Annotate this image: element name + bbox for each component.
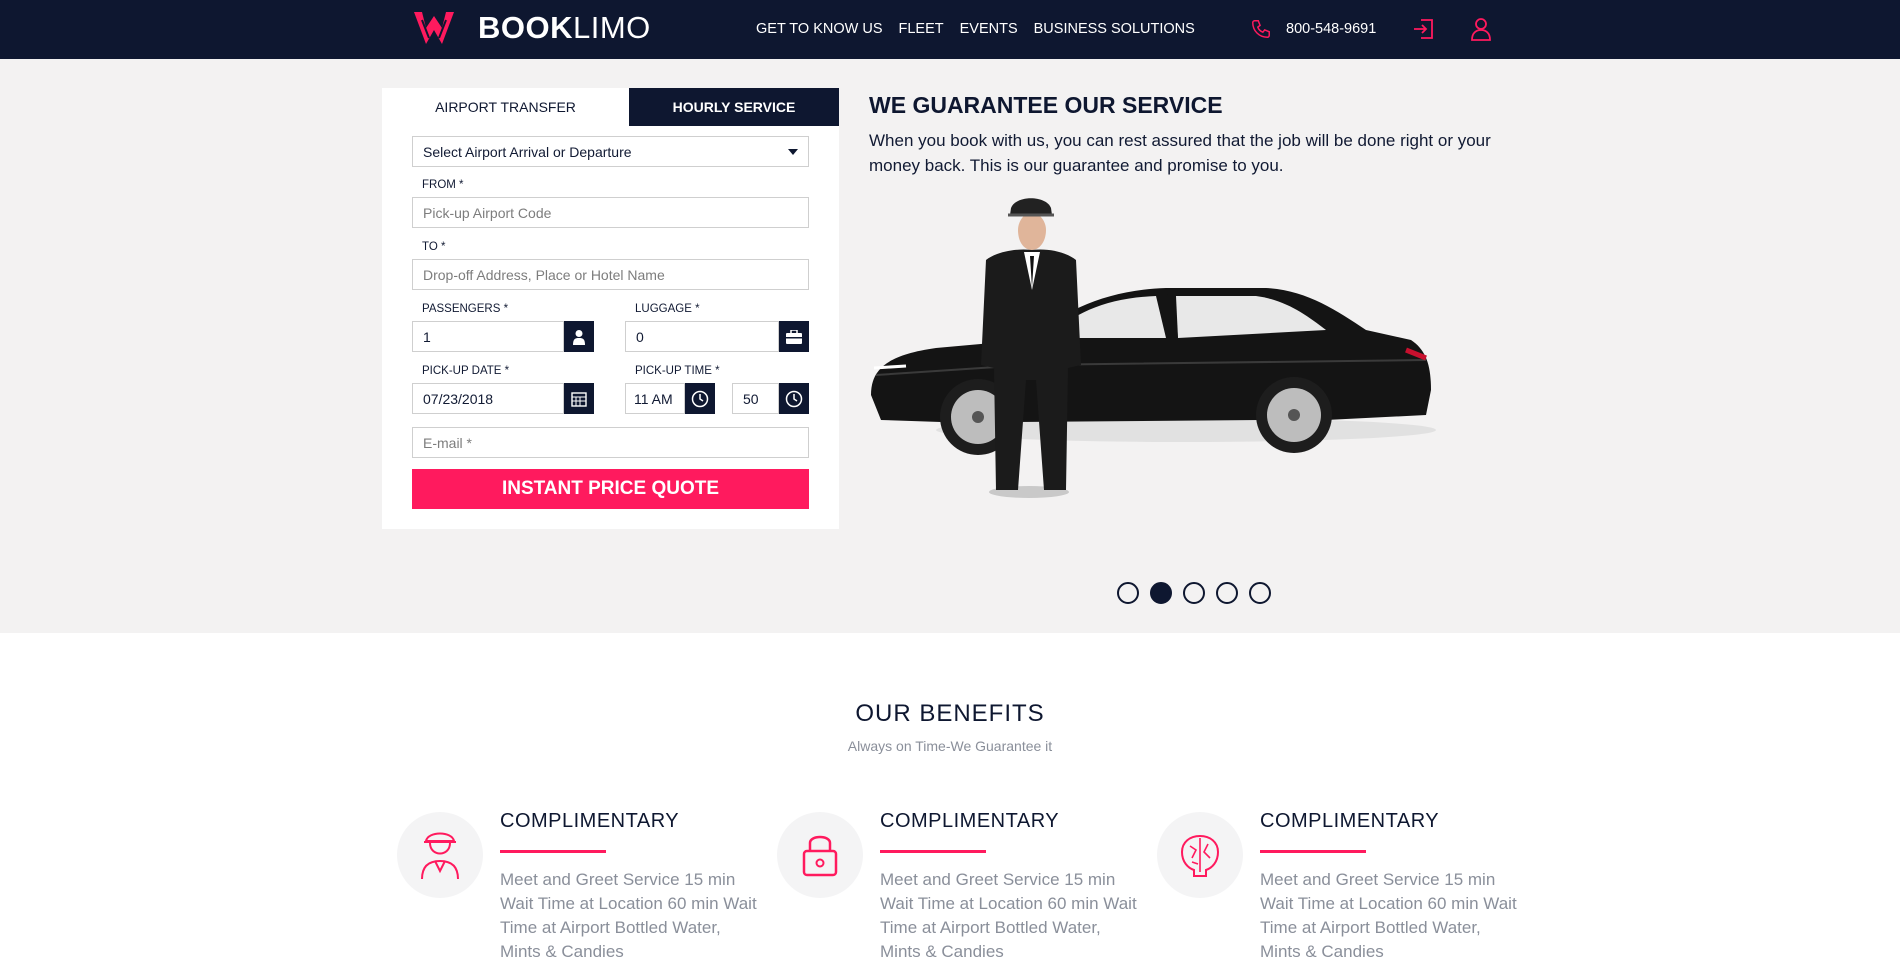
phone-icon (1252, 20, 1270, 38)
benefit-card: COMPLIMENTARY Meet and Greet Service 15 … (397, 810, 757, 967)
benefit-text: Meet and Greet Service 15 min Wait Time … (1260, 870, 1517, 961)
luggage-field[interactable]: 0 (625, 321, 779, 352)
from-field[interactable]: Pick-up Airport Code (412, 197, 809, 228)
carousel-dot-4[interactable] (1216, 582, 1238, 604)
tab-airport-transfer[interactable]: AIRPORT TRANSFER (382, 88, 629, 126)
from-label: FROM * (422, 179, 464, 191)
chevron-down-icon (788, 149, 798, 155)
benefit-title: COMPLIMENTARY (1260, 810, 1440, 832)
clock-icon (691, 390, 709, 407)
chauffeur-icon (421, 832, 459, 880)
luggage-label: LUGGAGE * (635, 303, 700, 315)
carousel-dot-1[interactable] (1117, 582, 1139, 604)
hero-description: When you book with us, you can rest assu… (869, 131, 1491, 175)
instant-price-quote-button[interactable]: INSTANT PRICE QUOTE (412, 469, 809, 509)
carousel-dot-5[interactable] (1249, 582, 1271, 604)
benefit-underline (1260, 850, 1366, 853)
brand-logo[interactable]: BOOKLIMO (412, 8, 651, 48)
carousel-dots (1117, 582, 1271, 604)
benefit-underline (500, 850, 606, 853)
top-navbar: BOOKLIMO GET TO KNOW US FLEET EVENTS BUS… (0, 0, 1900, 59)
benefit-icon-circle (777, 812, 863, 898)
brand-name: BOOKLIMO (478, 10, 651, 45)
clock-icon (785, 390, 803, 407)
calendar-icon (571, 391, 587, 407)
chauffeur-limousine-image (871, 198, 1436, 498)
benefit-title: COMPLIMENTARY (500, 810, 680, 832)
tab-hourly-service[interactable]: HOURLY SERVICE (629, 88, 839, 126)
passengers-label: PASSENGERS * (422, 303, 509, 315)
airport-direction-select[interactable]: Select Airport Arrival or Departure (412, 136, 809, 167)
pickup-date-label: PICK-UP DATE * (422, 365, 510, 377)
luggage-button[interactable] (779, 321, 809, 352)
phone-number: 800-548-9691 (1286, 21, 1377, 37)
nav-fleet[interactable]: FLEET (899, 21, 944, 37)
benefit-card: COMPLIMENTARY Meet and Greet Service 15 … (1157, 810, 1517, 967)
booking-form: AIRPORT TRANSFER HOURLY SERVICE Select A… (382, 88, 839, 529)
pickup-date-field[interactable]: 07/23/2018 (412, 383, 564, 414)
logo-mark-icon (414, 12, 454, 44)
benefit-text: Meet and Greet Service 15 min Wait Time … (880, 870, 1137, 961)
hour-picker-button[interactable] (685, 383, 715, 414)
benefits-subtitle: Always on Time-We Guarantee it (847, 738, 1053, 754)
pickup-minute-field[interactable]: 50 (732, 383, 779, 414)
to-field[interactable]: Drop-off Address, Place or Hotel Name (412, 259, 809, 290)
main-nav: GET TO KNOW US FLEET EVENTS BUSINESS SOL… (756, 21, 1195, 37)
benefit-icon-circle (1157, 812, 1243, 898)
carousel-dot-2[interactable] (1150, 582, 1172, 604)
calendar-button[interactable] (564, 383, 594, 414)
hero-title: WE GUARANTEE OUR SERVICE (869, 92, 1223, 118)
person-icon (573, 329, 585, 345)
minute-picker-button[interactable] (779, 383, 809, 414)
brain-icon (1180, 834, 1220, 877)
login-icon[interactable] (1411, 16, 1437, 42)
benefits-title: OUR BENEFITS (855, 700, 1045, 727)
pickup-time-label: PICK-UP TIME * (635, 365, 720, 377)
benefit-title: COMPLIMENTARY (880, 810, 1060, 832)
passengers-button[interactable] (564, 321, 594, 352)
user-account-icon[interactable] (1468, 16, 1494, 42)
benefit-underline (880, 850, 986, 853)
nav-events[interactable]: EVENTS (960, 21, 1018, 37)
benefit-icon-circle (397, 812, 483, 898)
email-field[interactable]: E-mail * (412, 427, 809, 458)
benefit-text: Meet and Greet Service 15 min Wait Time … (500, 870, 757, 961)
benefit-card: COMPLIMENTARY Meet and Greet Service 15 … (777, 810, 1137, 967)
phone-contact[interactable]: 800-548-9691 (1250, 18, 1376, 40)
briefcase-icon (786, 329, 802, 344)
pickup-hour-field[interactable]: 11 AM (625, 383, 685, 414)
nav-get-to-know-us[interactable]: GET TO KNOW US (756, 21, 883, 37)
passengers-field[interactable]: 1 (412, 321, 564, 352)
nav-business-solutions[interactable]: BUSINESS SOLUTIONS (1034, 21, 1195, 37)
lock-icon (802, 835, 838, 877)
carousel-dot-3[interactable] (1183, 582, 1205, 604)
airport-select-value: Select Airport Arrival or Departure (423, 143, 632, 160)
to-label: TO * (422, 241, 446, 253)
